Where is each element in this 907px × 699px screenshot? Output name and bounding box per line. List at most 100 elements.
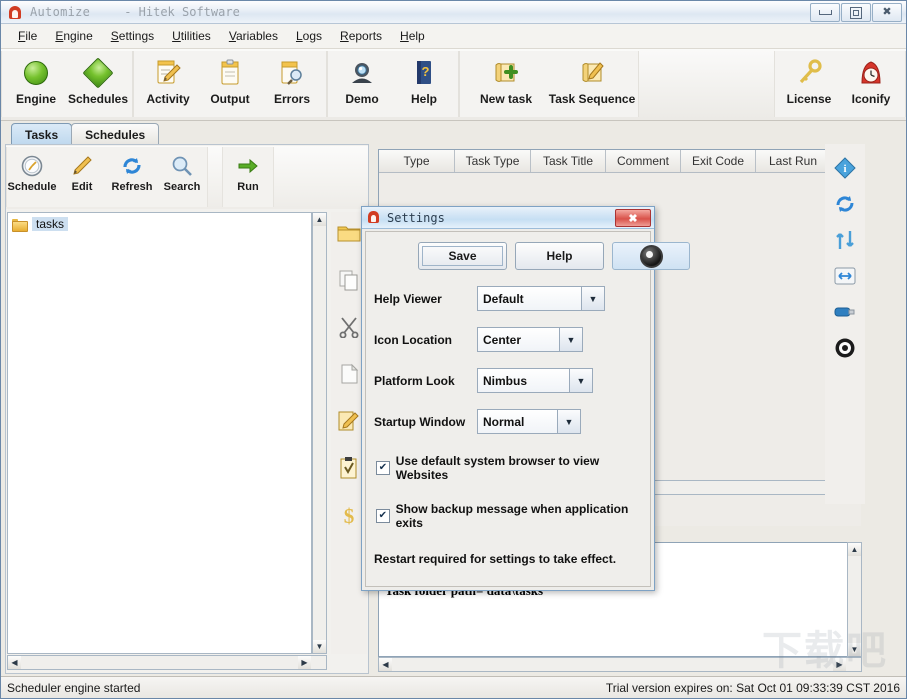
sort-arrows-icon[interactable] [834,228,856,252]
tab-tasks[interactable]: Tasks [11,123,72,145]
minimize-button[interactable] [810,3,840,22]
pencil-icon [70,153,94,179]
task-button-refresh[interactable]: Refresh [107,147,157,205]
edit-note-icon[interactable] [337,409,361,433]
toolbar-button-help[interactable]: ? Help [393,51,455,115]
resize-horizontal-icon[interactable] [834,264,856,288]
chevron-down-icon[interactable]: ▼ [559,328,582,351]
field-label: Platform Look [374,374,477,388]
svg-text:?: ? [422,64,430,79]
scroll-right-arrow[interactable]: ▶ [833,658,846,671]
tasks-table-header: Type Task Type Task Title Comment Exit C… [379,150,861,173]
menu-variables[interactable]: Variables [220,26,287,46]
maximize-button[interactable] [841,3,871,22]
chevron-down-icon[interactable]: ▼ [569,369,592,392]
toolbar-button-task-sequence[interactable]: Task Sequence [549,51,635,115]
task-button-edit[interactable]: Edit [57,147,107,205]
settings-restart-note: Restart required for settings to take ef… [374,552,650,566]
toolbar-label: Demo [345,92,378,106]
settings-dialog-title: Settings [387,211,445,225]
menu-file[interactable]: File [9,26,46,46]
usb-drive-icon[interactable] [833,300,857,324]
menu-settings[interactable]: Settings [102,26,163,46]
magnifier-icon [170,153,194,179]
window-subtitle: - Hitek Software [124,5,240,19]
startup-window-dropdown[interactable]: Normal ▼ [477,409,581,434]
toolbar-button-new-task[interactable]: New task [463,51,549,115]
tree-horizontal-scrollbar[interactable]: ◀ ▶ [7,655,327,670]
tree-node-tasks[interactable]: tasks [12,216,311,232]
tree-node-label: tasks [32,217,68,231]
close-button[interactable]: ✖ [872,3,902,22]
toolbar-button-errors[interactable]: Errors [261,51,323,115]
scroll-left-arrow[interactable]: ◀ [379,658,392,671]
clipboard-check-icon[interactable] [338,456,360,480]
checkbox-label: Use default system browser to view Websi… [396,454,650,482]
task-toolbar: Schedule Edit Refresh Search [6,146,368,209]
statusbar: Scheduler engine started Trial version e… [1,676,906,698]
menu-utilities[interactable]: Utilities [163,26,220,46]
settings-button-row: Save Help [366,232,650,270]
menu-logs[interactable]: Logs [287,26,331,46]
toolbar-button-engine[interactable]: Engine [5,51,67,115]
task-button-search[interactable]: Search [157,147,207,205]
platform-look-dropdown[interactable]: Nimbus ▼ [477,368,593,393]
log-vertical-scrollbar[interactable]: ▲ ▼ [847,542,862,657]
copy-icon[interactable] [337,268,361,292]
log-horizontal-scrollbar[interactable]: ◀ ▶ [378,657,862,672]
toolbar-button-schedules[interactable]: Schedules [67,51,129,115]
dropdown-value: Nimbus [478,369,569,392]
column-header-last-run[interactable]: Last Run [756,150,831,172]
column-header-comment[interactable]: Comment [606,150,681,172]
settings-gear-icon[interactable] [834,336,856,360]
webcam-icon [348,57,376,89]
chevron-down-icon[interactable]: ▼ [557,410,580,433]
tree-vertical-scrollbar[interactable]: ▲ ▼ [312,212,327,654]
column-header-exit-code[interactable]: Exit Code [681,150,756,172]
menu-help[interactable]: Help [391,26,434,46]
statusbar-trial-notice: Trial version expires on: Sat Oct 01 09:… [606,681,900,695]
scroll-up-arrow[interactable]: ▲ [848,543,861,556]
icon-location-dropdown[interactable]: Center ▼ [477,327,583,352]
toolbar-label: Errors [274,92,310,106]
toolbar-button-license[interactable]: License [778,51,840,115]
toolbar-button-demo[interactable]: Demo [331,51,393,115]
chevron-down-icon[interactable]: ▼ [581,287,604,310]
checkbox-box[interactable]: ✔ [376,509,390,523]
toolbar-button-output[interactable]: Output [199,51,261,115]
info-diamond-icon[interactable]: i [834,156,856,180]
task-button-run[interactable]: Run [223,147,273,205]
checkbox-default-browser[interactable]: ✔ Use default system browser to view Web… [376,454,650,482]
scroll-down-arrow[interactable]: ▼ [313,640,326,653]
options-button[interactable] [612,242,690,270]
settings-close-button[interactable]: ✖ [615,209,651,227]
toolbar-button-activity[interactable]: Activity [137,51,199,115]
menu-reports[interactable]: Reports [331,26,391,46]
application-window: Automize - Hitek Software ✖ File Engine … [0,0,907,699]
column-header-task-type[interactable]: Task Type [455,150,531,172]
menu-engine[interactable]: Engine [46,26,101,46]
dropdown-value: Center [478,328,559,351]
paste-icon[interactable] [338,362,360,386]
scroll-up-arrow[interactable]: ▲ [313,213,326,226]
scroll-left-arrow[interactable]: ◀ [8,656,21,669]
task-tree[interactable]: tasks [7,212,312,654]
folder-icon[interactable] [337,221,361,245]
save-button[interactable]: Save [418,242,507,270]
scroll-down-arrow[interactable]: ▼ [848,643,861,656]
task-button-schedule[interactable]: Schedule [7,147,57,205]
dollar-icon[interactable]: $ [339,503,359,527]
task-button-label: Edit [72,181,93,193]
checkbox-box[interactable]: ✔ [376,461,390,475]
sync-refresh-icon[interactable] [834,192,856,216]
toolbar-button-iconify[interactable]: Iconify [840,51,902,115]
scroll-right-arrow[interactable]: ▶ [298,656,311,669]
tab-schedules[interactable]: Schedules [71,123,159,145]
checkbox-backup-message[interactable]: ✔ Show backup message when application e… [376,502,650,530]
task-sequence-icon [578,57,606,89]
help-viewer-dropdown[interactable]: Default ▼ [477,286,605,311]
cut-scissors-icon[interactable] [337,315,361,339]
help-button[interactable]: Help [515,242,604,270]
column-header-task-title[interactable]: Task Title [531,150,606,172]
column-header-type[interactable]: Type [379,150,455,172]
